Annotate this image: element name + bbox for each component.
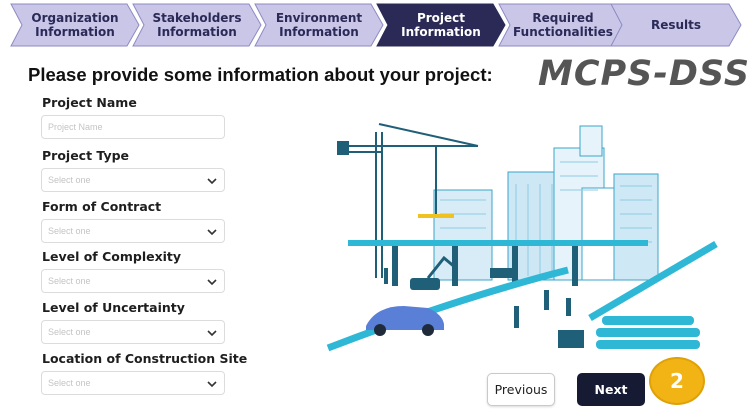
chevron-down-icon bbox=[207, 229, 217, 236]
step-label: Environment Information bbox=[275, 11, 363, 39]
previous-button[interactable]: Previous bbox=[487, 373, 555, 406]
step-label: Organization Information bbox=[31, 11, 119, 39]
level-of-complexity-select[interactable]: Select one bbox=[41, 269, 225, 293]
level-of-uncertainty-value: Select one bbox=[48, 327, 91, 337]
barrier-block bbox=[558, 330, 584, 348]
step-required-functionalities[interactable]: Required Functionalities bbox=[498, 3, 628, 47]
next-button[interactable]: Next bbox=[577, 373, 645, 406]
car bbox=[366, 306, 444, 336]
level-of-complexity-label: Level of Complexity bbox=[42, 249, 182, 264]
form-of-contract-label: Form of Contract bbox=[42, 199, 162, 214]
form-of-contract-value: Select one bbox=[48, 226, 91, 236]
step-label: Required Functionalities bbox=[513, 11, 613, 39]
city-buildings bbox=[433, 125, 659, 281]
level-of-uncertainty-select[interactable]: Select one bbox=[41, 320, 225, 344]
step-organization-information[interactable]: Organization Information bbox=[10, 3, 140, 47]
location-value: Select one bbox=[48, 378, 91, 388]
level-of-complexity-value: Select one bbox=[48, 276, 91, 286]
crane-load bbox=[418, 214, 454, 218]
chevron-down-icon bbox=[207, 330, 217, 337]
chevron-down-icon bbox=[207, 279, 217, 286]
pipe-stack bbox=[596, 316, 700, 349]
project-type-select[interactable]: Select one bbox=[41, 168, 225, 192]
step-environment-information[interactable]: Environment Information bbox=[254, 3, 384, 47]
bridge-deck bbox=[348, 240, 648, 246]
step-stakeholders-information[interactable]: Stakeholders Information bbox=[132, 3, 262, 47]
step-project-information[interactable]: Project Information bbox=[376, 3, 506, 47]
project-name-input[interactable]: Project Name bbox=[41, 115, 225, 139]
project-type-label: Project Type bbox=[42, 148, 130, 163]
chevron-down-icon bbox=[207, 381, 217, 388]
project-name-label: Project Name bbox=[42, 95, 137, 110]
step-label: Results bbox=[650, 18, 702, 32]
step-results[interactable]: Results bbox=[610, 3, 742, 47]
progress-stepper: Organization Information Stakeholders In… bbox=[10, 3, 742, 47]
curved-road bbox=[326, 266, 569, 352]
page-heading: Please provide some information about yo… bbox=[28, 64, 493, 85]
step-number-badge: 2 bbox=[649, 357, 705, 405]
step-label: Stakeholders Information bbox=[152, 11, 242, 39]
construction-site-illustration bbox=[326, 123, 718, 352]
project-name-placeholder: Project Name bbox=[48, 122, 103, 132]
form-of-contract-select[interactable]: Select one bbox=[41, 219, 225, 243]
chevron-down-icon bbox=[207, 178, 217, 185]
project-type-value: Select one bbox=[48, 175, 91, 185]
location-label: Location of Construction Site bbox=[42, 351, 248, 366]
step-label: Project Information bbox=[401, 11, 481, 39]
app-logo: MCPS-DSS bbox=[538, 54, 750, 94]
location-select[interactable]: Select one bbox=[41, 371, 225, 395]
level-of-uncertainty-label: Level of Uncertainty bbox=[42, 300, 185, 315]
